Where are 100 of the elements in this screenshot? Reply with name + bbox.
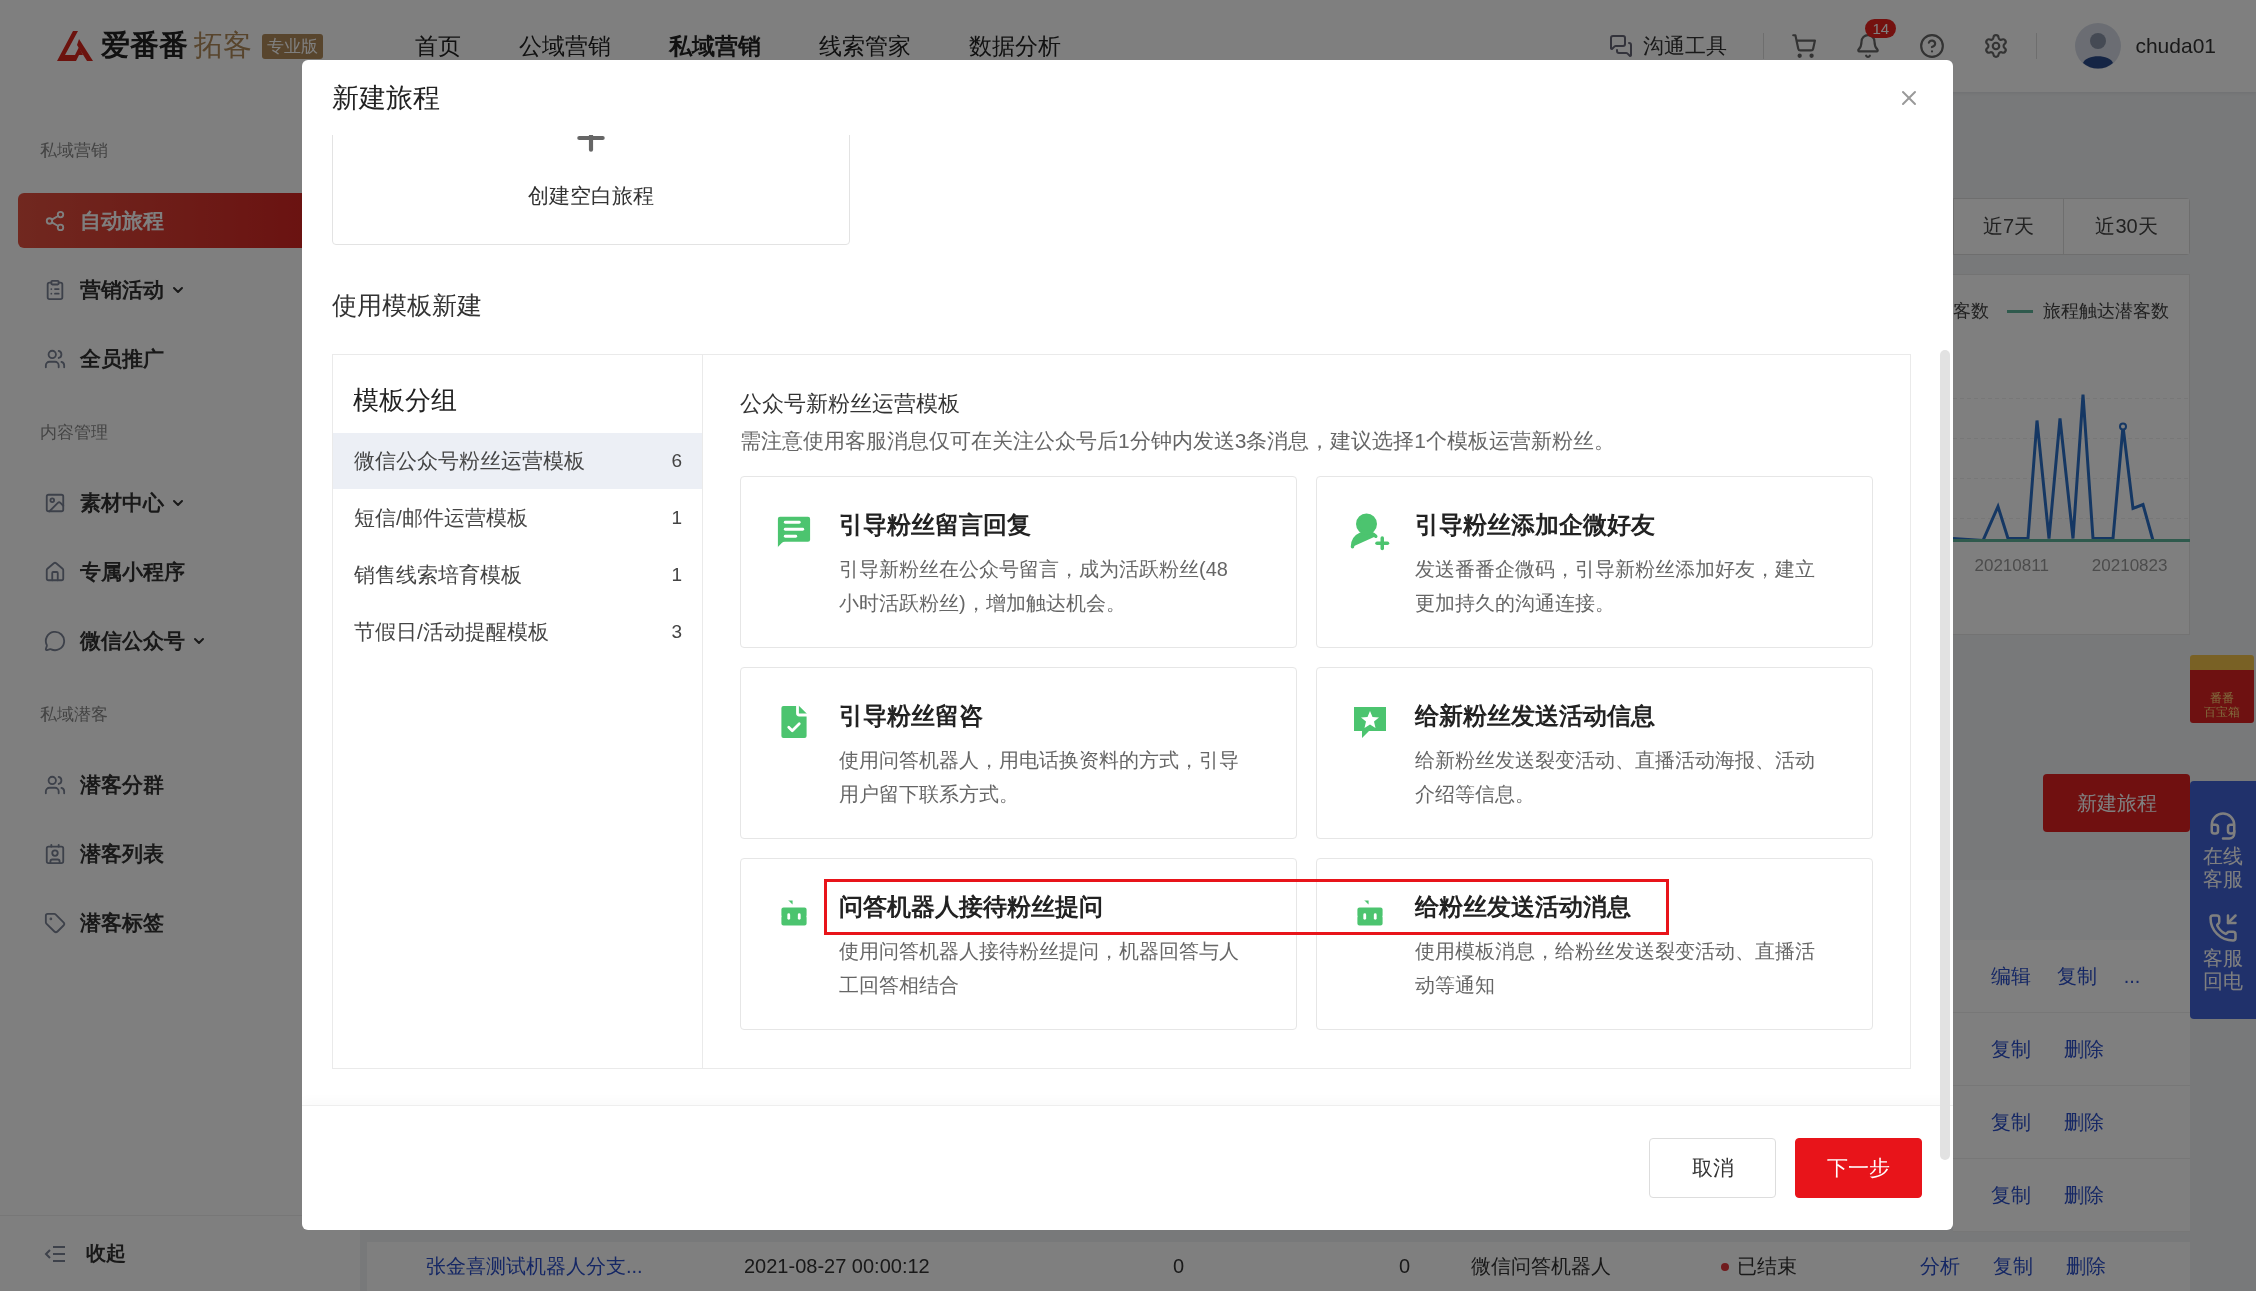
group-count: 3 <box>671 621 682 643</box>
nav-tab[interactable]: 私域营销 <box>669 30 761 62</box>
nodes-icon <box>44 209 66 232</box>
legend-label: 旅程触达潜客数 <box>2043 300 2169 323</box>
group-title: 模板分组 <box>352 385 458 415</box>
action-link[interactable]: 删除 <box>2064 1181 2137 1209</box>
dialog-title: 新建旅程 <box>332 81 440 115</box>
users-icon <box>44 773 66 796</box>
group-label: 微信公众号粉丝运营模板 <box>354 448 585 474</box>
brand-name: 爱番番 <box>101 28 188 63</box>
action-link[interactable]: 复制 <box>1991 1181 2064 1209</box>
template-card[interactable]: 问答机器人接待粉丝提问 使用问答机器人接待粉丝提问，机器回答与人工回答相结合 <box>740 858 1297 1030</box>
group-label: 销售线索培育模板 <box>354 562 522 588</box>
template-description: 使用问答机器人接待粉丝提问，机器回答与人工回答相结合 <box>839 939 1240 998</box>
group-item[interactable]: 销售线索培育模板 1 <box>333 547 702 603</box>
sidebar-item[interactable]: 潜客分群 <box>18 757 360 812</box>
template-title: 问答机器人接待粉丝提问 <box>839 892 1104 922</box>
sidebar-section-title: 内容管理 <box>39 422 109 444</box>
action-link[interactable]: 删除 <box>2066 1253 2139 1280</box>
journey-name-link[interactable]: 张金喜测试机器人分支... <box>426 1253 744 1280</box>
group-item[interactable]: 短信/邮件运营模板 1 <box>333 490 702 546</box>
phone-icon <box>2208 913 2238 943</box>
nav-tab[interactable]: 公域营销 <box>519 30 611 62</box>
tag-icon <box>44 911 66 934</box>
template-description: 给新粉丝发送裂变活动、直播活动海报、活动介绍等信息。 <box>1415 748 1816 807</box>
action-link[interactable]: 复制 <box>1993 1253 2066 1280</box>
section-heading: 使用模板新建 <box>332 290 483 320</box>
sidebar-section-title: 私域潜客 <box>39 704 109 726</box>
action-link[interactable]: ... <box>2123 964 2190 988</box>
scrollbar[interactable] <box>1940 350 1950 1160</box>
product-name: 拓客 <box>194 28 252 63</box>
image-icon <box>44 491 66 514</box>
template-description: 使用模板消息，给粉丝发送裂变活动、直播活动等通知 <box>1415 939 1816 998</box>
template-card[interactable]: 引导粉丝留咨 使用问答机器人，用电话换资料的方式，引导用户留下联系方式。 <box>740 667 1297 839</box>
sidebar-item[interactable]: 潜客标签 <box>18 895 360 950</box>
house-icon <box>44 560 66 583</box>
user-name[interactable]: chuda01 <box>2135 34 2216 58</box>
action-link[interactable]: 删除 <box>2064 1108 2137 1136</box>
group-label: 节假日/活动提醒模板 <box>354 619 549 645</box>
nav-tab[interactable]: 线索管家 <box>819 30 911 62</box>
service-link[interactable]: 在线客服 <box>2203 845 2243 891</box>
chat-icon <box>44 629 66 652</box>
headset-icon <box>2208 811 2238 841</box>
table-cell-text: 0 <box>1399 1255 1412 1278</box>
blank-journey-card[interactable]: 创建空白旅程 <box>332 135 850 245</box>
action-link[interactable]: 删除 <box>2064 1035 2137 1063</box>
chat-tool-link[interactable]: 沟通工具 <box>1643 32 1728 60</box>
cancel-button[interactable]: 取消 <box>1649 1138 1776 1198</box>
template-title: 给新粉丝发送活动信息 <box>1415 701 1656 731</box>
action-link[interactable]: 分析 <box>1920 1253 1993 1280</box>
nav-tab[interactable]: 数据分析 <box>969 30 1061 62</box>
collapse-icon <box>44 1244 66 1263</box>
template-card[interactable]: 引导粉丝留言回复 引导新粉丝在公众号留言，成为活跃粉丝(48小时活跃粉丝)，增加触达机会。 <box>740 476 1297 648</box>
sidebar-item[interactable]: 全员推广 <box>18 331 360 386</box>
template-card[interactable]: 给粉丝发送活动消息 使用模板消息，给粉丝发送裂变活动、直播活动等通知 <box>1316 858 1873 1030</box>
nav-tab[interactable]: 首页 <box>415 30 461 62</box>
cart-icon[interactable] <box>1791 33 1818 59</box>
new-journey-button[interactable]: 新建旅程 <box>2043 774 2190 832</box>
card-label: 创建空白旅程 <box>528 183 654 209</box>
bell-icon[interactable] <box>1855 33 1882 59</box>
group-item[interactable]: 微信公众号粉丝运营模板 6 <box>333 433 702 489</box>
group-count: 6 <box>671 450 682 472</box>
sidebar-section-title: 私域营销 <box>39 140 109 162</box>
template-title: 给粉丝发送活动消息 <box>1415 892 1632 922</box>
table-cell-text: 微信问答机器人 <box>1471 1254 1612 1279</box>
action-link[interactable]: 复制 <box>2057 962 2124 990</box>
legend-swatch <box>2007 309 2033 313</box>
logo-icon <box>55 29 95 63</box>
group-label: 短信/邮件运营模板 <box>354 505 528 531</box>
action-link[interactable]: 编辑 <box>1991 962 2058 990</box>
table-cell-text: 0 <box>1173 1255 1186 1278</box>
template-description: 引导新粉丝在公众号留言，成为活跃粉丝(48小时活跃粉丝)，增加触达机会。 <box>839 557 1229 616</box>
template-description: 发送番番企微码，引导新粉丝添加好友，建立更加持久的沟通连接。 <box>1415 557 1816 616</box>
gift-label: 百宝箱 <box>2204 705 2240 719</box>
template-title: 引导粉丝添加企微好友 <box>1415 510 1656 540</box>
group-count: 1 <box>671 564 682 586</box>
sidebar-item[interactable]: 潜客列表 <box>18 826 360 881</box>
template-card[interactable]: 给新粉丝发送活动信息 给新粉丝发送裂变活动、直播活动海报、活动介绍等信息。 <box>1316 667 1873 839</box>
status-dot <box>1721 1262 1729 1271</box>
avatar[interactable] <box>2075 23 2122 69</box>
users-icon <box>44 347 66 370</box>
next-button[interactable]: 下一步 <box>1795 1138 1922 1198</box>
gift-box[interactable]: 番番 百宝箱 <box>2190 655 2254 723</box>
table-cell-text: 2021-08-27 00:00:12 <box>744 1255 931 1278</box>
legend-label: 客数 <box>1953 300 1989 323</box>
service-link[interactable]: 客服回电 <box>2203 947 2243 993</box>
status-text: 已结束 <box>1737 1254 1797 1279</box>
clipboard-icon <box>44 278 66 301</box>
action-link[interactable]: 复制 <box>1991 1035 2064 1063</box>
action-link[interactable]: 复制 <box>1991 1108 2064 1136</box>
chat-icon[interactable] <box>1609 34 1634 58</box>
range-tab[interactable]: 近30天 <box>2063 199 2189 254</box>
help-icon[interactable] <box>1919 33 1946 59</box>
template-card[interactable]: 引导粉丝添加企微好友 发送番番企微码，引导新粉丝添加好友，建立更加持久的沟通连接。 <box>1316 476 1873 648</box>
group-item[interactable]: 节假日/活动提醒模板 3 <box>333 604 702 660</box>
template-title: 引导粉丝留咨 <box>839 701 984 731</box>
notice-text: 需注意使用客服消息仅可在关注公众号后1分钟内发送3条消息，建议选择1个模板运营新粉丝。 <box>740 428 1617 454</box>
template-description: 使用问答机器人，用电话换资料的方式，引导用户留下联系方式。 <box>839 748 1240 807</box>
settings-icon[interactable] <box>1983 33 2010 59</box>
notification-badge: 14 <box>1865 19 1897 38</box>
